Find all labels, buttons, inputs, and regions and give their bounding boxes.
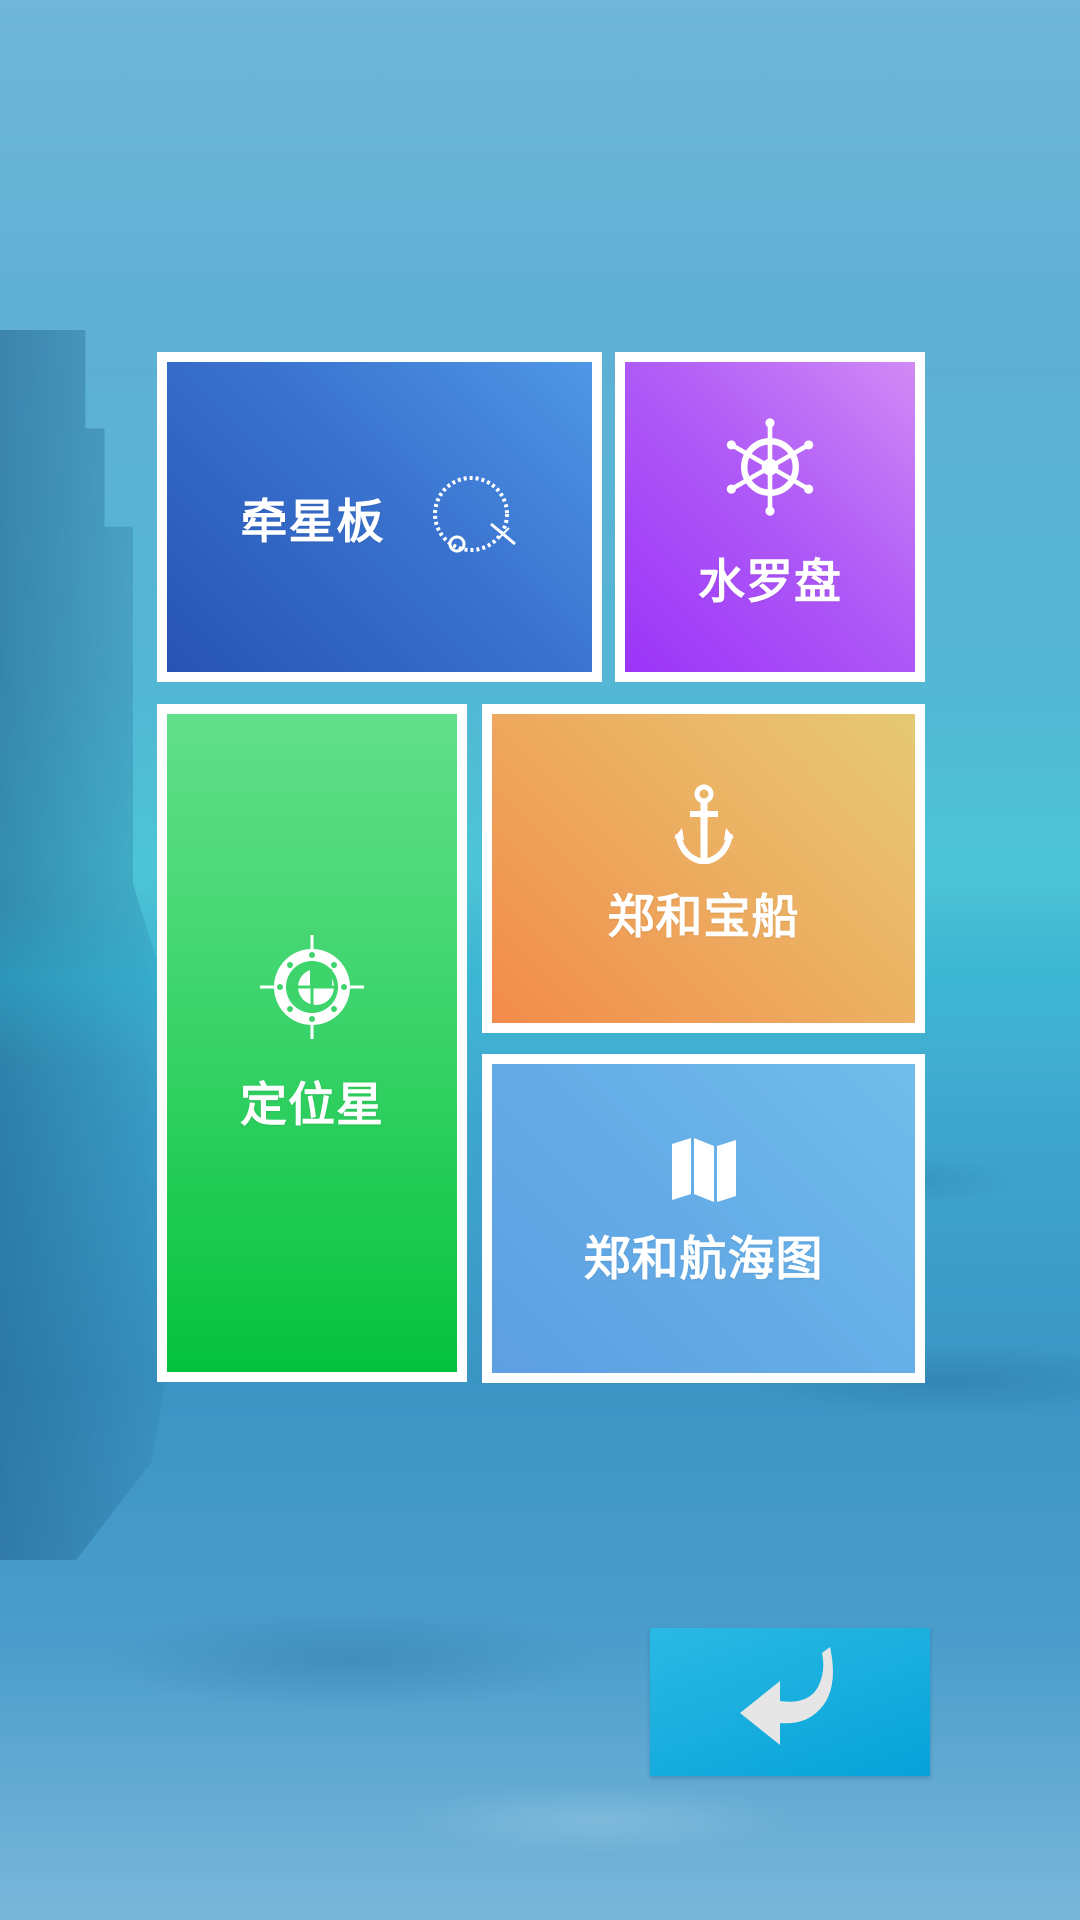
tile-label-treasure-ship: 郑和宝船 xyxy=(607,890,800,945)
ship-wheel-icon xyxy=(726,417,814,516)
tile-label-voyage-map: 郑和航海图 xyxy=(583,1232,824,1287)
tile-label-position: 定位星 xyxy=(240,1077,384,1133)
menu-tile-lasso[interactable]: 牵星板 xyxy=(157,352,602,682)
back-button[interactable] xyxy=(650,1628,930,1776)
menu-tile-treasure-ship[interactable]: 郑和宝船 xyxy=(482,704,925,1033)
folded-map-icon xyxy=(671,1138,736,1202)
lasso-rope-icon xyxy=(432,476,516,553)
anchor-icon xyxy=(673,784,734,864)
menu-tile-position[interactable]: 定位星 xyxy=(157,704,467,1382)
return-arrow-icon xyxy=(740,1647,833,1745)
tile-label-lasso: 牵星板 xyxy=(240,494,385,550)
crosshair-compass-icon xyxy=(260,934,364,1039)
tile-label-compass: 水罗盘 xyxy=(698,554,842,610)
menu-tile-compass[interactable]: 水罗盘 xyxy=(615,352,925,682)
menu-tile-voyage-map[interactable]: 郑和航海图 xyxy=(482,1054,925,1383)
